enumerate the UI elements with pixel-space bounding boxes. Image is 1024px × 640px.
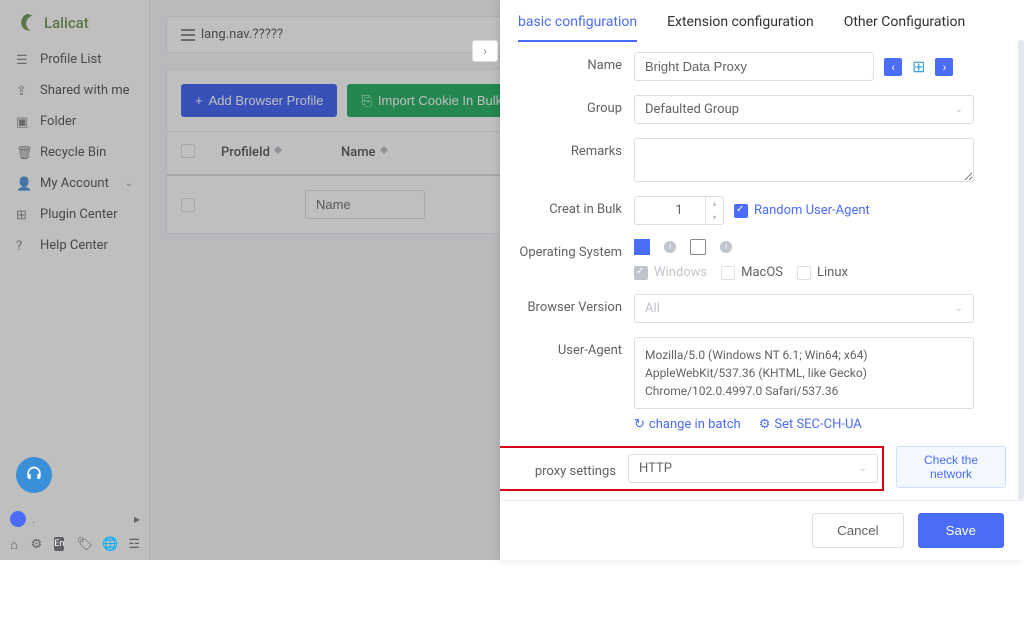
random-ua-checkbox[interactable]: Random User-Agent <box>734 203 870 218</box>
label-os: Operating System <box>500 239 634 260</box>
globe-icon[interactable]: 🌐 <box>102 537 116 551</box>
info-icon[interactable]: i <box>664 241 676 253</box>
windows-icon[interactable]: ⊞ <box>912 57 925 76</box>
label-proxy: proxy settings <box>500 458 628 479</box>
chevron-down-icon: ⌄ <box>955 104 963 115</box>
link-label: change in batch <box>649 417 741 432</box>
gear-icon[interactable]: ⚙ <box>31 537 43 551</box>
desktop-icon[interactable] <box>634 239 650 255</box>
checkbox-icon <box>634 266 648 280</box>
label-user-agent: User-Agent <box>500 337 634 358</box>
mobile-icon[interactable] <box>690 239 706 255</box>
label-name: Name <box>500 52 634 73</box>
refresh-icon: ↻ <box>634 417 645 432</box>
checkbox-icon <box>721 266 735 280</box>
group-select[interactable]: Defaulted Group ⌄ <box>634 95 974 124</box>
drawer-footer: Cancel Save <box>500 500 1024 560</box>
info-icon[interactable]: i <box>720 241 732 253</box>
avatar <box>10 511 26 527</box>
os-label: Windows <box>654 265 707 280</box>
os-windows-checkbox[interactable]: Windows <box>634 265 707 280</box>
bulk-value: 1 <box>675 203 682 218</box>
tab-basic[interactable]: basic configuration <box>518 14 637 42</box>
user-agent-input[interactable]: Mozilla/5.0 (Windows NT 6.1; Win64; x64)… <box>634 337 974 409</box>
os-label: MacOS <box>741 265 783 280</box>
os-linux-checkbox[interactable]: Linux <box>797 265 848 280</box>
proxy-value: HTTP <box>639 461 672 476</box>
step-up-icon[interactable]: ▴ <box>706 197 723 211</box>
chevron-down-icon: ⌄ <box>955 303 963 314</box>
gear-icon: ⚙ <box>759 417 771 432</box>
remarks-textarea[interactable] <box>634 138 974 182</box>
next-icon[interactable]: › <box>935 58 953 76</box>
step-down-icon[interactable]: ▾ <box>706 211 723 225</box>
set-sec-link[interactable]: ⚙Set SEC-CH-UA <box>759 417 862 432</box>
random-ua-label: Random User-Agent <box>754 203 870 218</box>
name-input[interactable] <box>634 52 874 81</box>
support-button[interactable] <box>16 457 52 493</box>
proxy-highlight: proxy settings HTTP ⌄ <box>500 446 884 491</box>
group-value: Defaulted Group <box>645 102 739 117</box>
lang-icon[interactable]: En <box>54 537 64 551</box>
os-label: Linux <box>817 265 848 280</box>
label-bulk: Creat in Bulk <box>500 196 634 217</box>
user-row[interactable]: .▸ <box>10 511 140 527</box>
prev-icon[interactable]: ‹ <box>884 58 902 76</box>
check-network-button[interactable]: Check the network <box>896 446 1006 488</box>
bv-value: All <box>645 301 660 316</box>
tab-other[interactable]: Other Configuration <box>844 14 966 42</box>
proxy-select[interactable]: HTTP ⌄ <box>628 454 878 483</box>
save-button[interactable]: Save <box>918 513 1004 548</box>
scrollbar[interactable] <box>1018 42 1024 500</box>
cancel-button[interactable]: Cancel <box>812 513 904 548</box>
change-batch-link[interactable]: ↻ change in batch <box>634 417 741 432</box>
checkbox-icon <box>797 266 811 280</box>
checkbox-icon <box>734 204 748 218</box>
home-icon[interactable]: ⌂ <box>10 537 19 551</box>
label-group: Group <box>500 95 634 116</box>
tag-icon[interactable]: 🏷 <box>76 537 90 551</box>
bulk-number-input[interactable]: 1 ▴▾ <box>634 196 724 225</box>
link-label: Set SEC-CH-UA <box>774 417 861 432</box>
label-browser-version: Browser Version <box>500 294 634 315</box>
footer-icons: ⌂ ⚙ En 🏷 🌐 ☲ <box>10 537 140 551</box>
chevron-right-icon: ▸ <box>134 512 140 526</box>
menu-icon[interactable]: ☲ <box>128 537 140 551</box>
drawer-tabs: basic configuration Extension configurat… <box>500 0 1024 42</box>
basic-config-form: Name ‹ ⊞ › Group Defaulted Group ⌄ Remark… <box>500 42 1024 500</box>
headset-icon <box>24 465 44 485</box>
os-macos-checkbox[interactable]: MacOS <box>721 265 783 280</box>
user-label: . <box>32 512 35 526</box>
drawer-collapse-button[interactable]: › <box>472 40 498 62</box>
tab-extension[interactable]: Extension configuration <box>667 14 814 42</box>
label-remarks: Remarks <box>500 138 634 159</box>
config-drawer: › basic configuration Extension configur… <box>500 0 1024 560</box>
chevron-down-icon: ⌄ <box>859 463 867 474</box>
bottom-bar: .▸ ⌂ ⚙ En 🏷 🌐 ☲ <box>0 451 150 557</box>
browser-version-select[interactable]: All ⌄ <box>634 294 974 323</box>
